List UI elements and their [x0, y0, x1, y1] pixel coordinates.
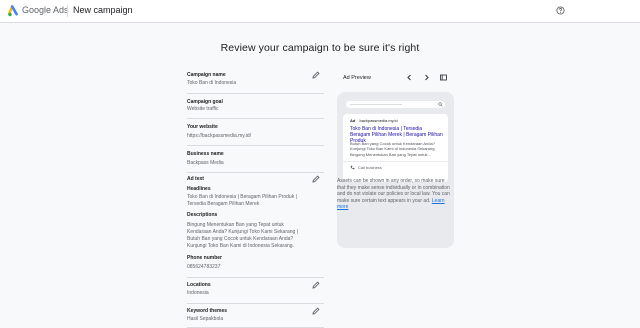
ad-badge: Ad [350, 118, 356, 123]
help-icon[interactable] [556, 6, 565, 15]
ad-display-url: backpassmedia.my.id [359, 118, 398, 123]
ad-preview-header: Ad Preview [337, 72, 454, 86]
ad-text-section: Ad text Headlines Toko Ban di Indonesia … [187, 173, 324, 278]
business-name-label: Business name [187, 151, 224, 157]
campaign-name-value: Toko Ban di Indonesia [187, 80, 237, 86]
business-name-section: Business name Backpass Media [187, 146, 324, 173]
top-bar: Google Ads New campaign [0, 0, 640, 23]
ad-meta: Ad backpassmedia.my.id [350, 118, 398, 123]
ad-divider [343, 161, 448, 162]
edit-campaign-name-pencil-icon[interactable] [312, 71, 320, 79]
website-section: Your website https://backpassmedia.my.id… [187, 119, 324, 146]
campaign-goal-label: Campaign goal [187, 99, 223, 105]
business-name-value: Backpass Media [187, 160, 224, 166]
locations-value: Indonesia [187, 290, 209, 296]
keyword-themes-section: Keyword themes Hasil Sepakbola [187, 304, 324, 328]
call-business-button[interactable]: Call business [358, 165, 382, 170]
website-value: https://backpassmedia.my.id/ [187, 133, 252, 139]
ad-preview-note: Assets can be shown in any order, so mak… [337, 178, 454, 211]
phone-icon [350, 165, 355, 170]
locations-section: Locations Indonesia [187, 278, 324, 304]
keyword-themes-value: Hasil Sepakbola [187, 316, 224, 322]
ad-description: Butuh Ban yang Cocok untuk Kendaraan And… [350, 141, 436, 157]
edit-locations-pencil-icon[interactable] [312, 281, 320, 289]
ad-preview-title: Ad Preview [343, 75, 371, 81]
campaign-goal-section: Campaign goal Website traffic [187, 94, 324, 119]
campaign-name-section: Campaign name Toko Ban di Indonesia [187, 68, 324, 94]
keyword-themes-label: Keyword themes [187, 308, 228, 314]
search-placeholder-line [350, 104, 402, 105]
description-line: Kunjungi Toko Ban Kami di Indonesia Seka… [187, 243, 294, 249]
headline-line: Tersedia Beragam Pilihan Merek [187, 201, 260, 207]
campaign-name-label: Campaign name [187, 72, 226, 78]
edit-keyword-themes-pencil-icon[interactable] [312, 307, 320, 315]
mobile-preview-frame: Ad backpassmedia.my.id Toko Ban di Indon… [337, 92, 454, 248]
website-label: Your website [187, 124, 218, 130]
campaign-goal-value: Website traffic [187, 106, 219, 112]
device-toggle-icon[interactable] [439, 73, 448, 82]
descriptions-label: Descriptions [187, 212, 218, 218]
headlines-label: Headlines [187, 186, 211, 192]
phone-number-value: 085624783237 [187, 264, 221, 270]
edit-ad-text-pencil-icon[interactable] [312, 175, 320, 183]
brand-name: Google Ads [22, 5, 69, 15]
locations-label: Locations [187, 282, 211, 288]
ad-text-label: Ad text [187, 176, 204, 182]
header-divider [67, 5, 68, 17]
campaign-summary: Campaign name Toko Ban di Indonesia Camp… [187, 68, 324, 328]
page-title: Review your campaign to be sure it's rig… [220, 42, 420, 54]
chevron-left-icon[interactable] [405, 73, 414, 82]
description-line: Kendaraan Anda? Kunjungi Toko Kami Sekar… [187, 229, 299, 235]
preview-search-bar [346, 101, 445, 108]
description-line: Butuh Ban yang Cocok untuk Kendaraan And… [187, 236, 294, 242]
ad-preview-panel: Ad Preview Ad backpassmedia.my.id Toko B… [337, 72, 454, 248]
phone-number-label: Phone number [187, 255, 223, 261]
search-icon [438, 102, 443, 107]
chevron-right-icon[interactable] [422, 73, 431, 82]
description-line: Bingung Menentukan Ban yang Tepat untuk [187, 222, 284, 228]
ad-preview-card: Ad backpassmedia.my.id Toko Ban di Indon… [343, 114, 448, 182]
google-ads-logo-icon[interactable] [8, 5, 20, 17]
breadcrumb: New campaign [73, 5, 133, 15]
headline-line: Toko Ban di Indonesia | Beragam Pilihan … [187, 194, 297, 200]
